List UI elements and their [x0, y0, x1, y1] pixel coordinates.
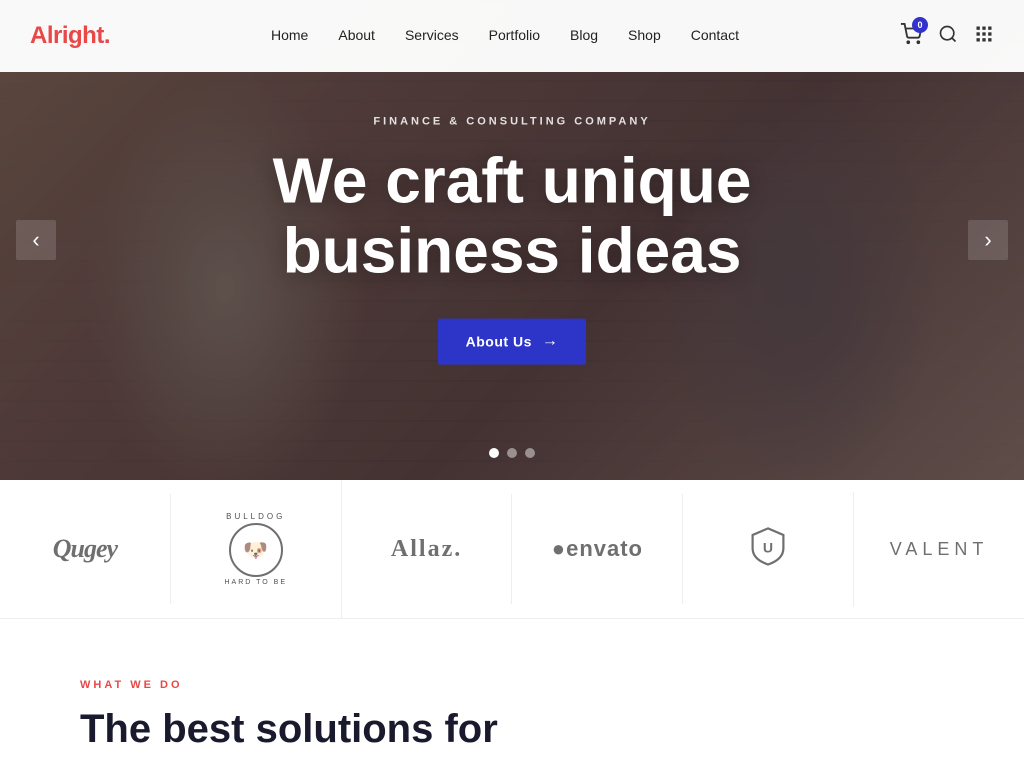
- navbar-icons: 0: [900, 23, 994, 50]
- brand-bulldog-top: BULLDOG: [226, 512, 285, 521]
- brand-bulldog-bot: HARD TO BE: [224, 579, 287, 586]
- brand-valent: VALENT: [854, 494, 1024, 604]
- nav-menu: Home About Services Portfolio Blog Shop …: [271, 27, 739, 45]
- hero-subtitle: Finance & Consulting Company: [162, 116, 862, 128]
- search-icon[interactable]: [938, 24, 958, 49]
- brand-bulldog-circle: 🐶: [229, 523, 283, 577]
- shield-icon: U: [746, 524, 790, 575]
- brand-logo-qugey: Qugey: [53, 534, 117, 564]
- hero-dot-3[interactable]: [525, 448, 535, 458]
- hero-dot-1[interactable]: [489, 448, 499, 458]
- brand-dot: .: [104, 22, 110, 49]
- navbar: Alright. Home About Services Portfolio B…: [0, 0, 1024, 72]
- hero-cta-label: About Us: [466, 333, 532, 349]
- brand-logo-allaz: Allaz.: [391, 536, 462, 563]
- brand-name: Alright: [30, 22, 104, 49]
- hero-dots: [489, 448, 535, 458]
- arrow-icon: →: [542, 332, 559, 350]
- what-we-do-section: What We Do The best solutions for: [0, 619, 1024, 783]
- brand-envato: ●envato: [512, 494, 683, 604]
- nav-item-blog[interactable]: Blog: [570, 27, 598, 45]
- nav-item-home[interactable]: Home: [271, 27, 308, 45]
- brand-shield: U: [683, 492, 854, 607]
- hero-prev-button[interactable]: ‹: [16, 220, 56, 260]
- grid-menu-icon[interactable]: [974, 24, 994, 49]
- nav-item-portfolio[interactable]: Portfolio: [489, 27, 540, 45]
- hero-dot-2[interactable]: [507, 448, 517, 458]
- nav-item-contact[interactable]: Contact: [691, 27, 739, 45]
- nav-item-about[interactable]: About: [338, 27, 375, 45]
- hero-next-button[interactable]: ›: [968, 220, 1008, 260]
- brand-allaz: Allaz.: [342, 494, 513, 604]
- hero-title: We craft unique business ideas: [162, 146, 862, 287]
- svg-text:U: U: [763, 539, 773, 555]
- hero-section: Finance & Consulting Company We craft un…: [0, 0, 1024, 480]
- what-we-do-title: The best solutions for: [80, 705, 944, 753]
- cart-icon[interactable]: 0: [900, 23, 922, 50]
- brand-logo-envato: ●envato: [552, 536, 643, 562]
- nav-item-services[interactable]: Services: [405, 27, 459, 45]
- brand-qugey: Qugey: [0, 494, 171, 604]
- hero-title-line2: business ideas: [283, 215, 742, 287]
- nav-item-shop[interactable]: Shop: [628, 27, 661, 45]
- cart-badge: 0: [912, 17, 928, 33]
- hero-content: Finance & Consulting Company We craft un…: [162, 116, 862, 365]
- brands-section: Qugey BULLDOG 🐶 HARD TO BE Allaz. ●envat…: [0, 480, 1024, 619]
- hero-cta-button[interactable]: About Us →: [438, 318, 587, 364]
- brand-bulldog: BULLDOG 🐶 HARD TO BE: [171, 480, 342, 618]
- what-we-do-label: What We Do: [80, 679, 944, 691]
- brand-logo-valent: VALENT: [890, 539, 989, 560]
- hero-title-line1: We craft unique: [273, 145, 752, 217]
- brand-logo[interactable]: Alright.: [30, 22, 110, 50]
